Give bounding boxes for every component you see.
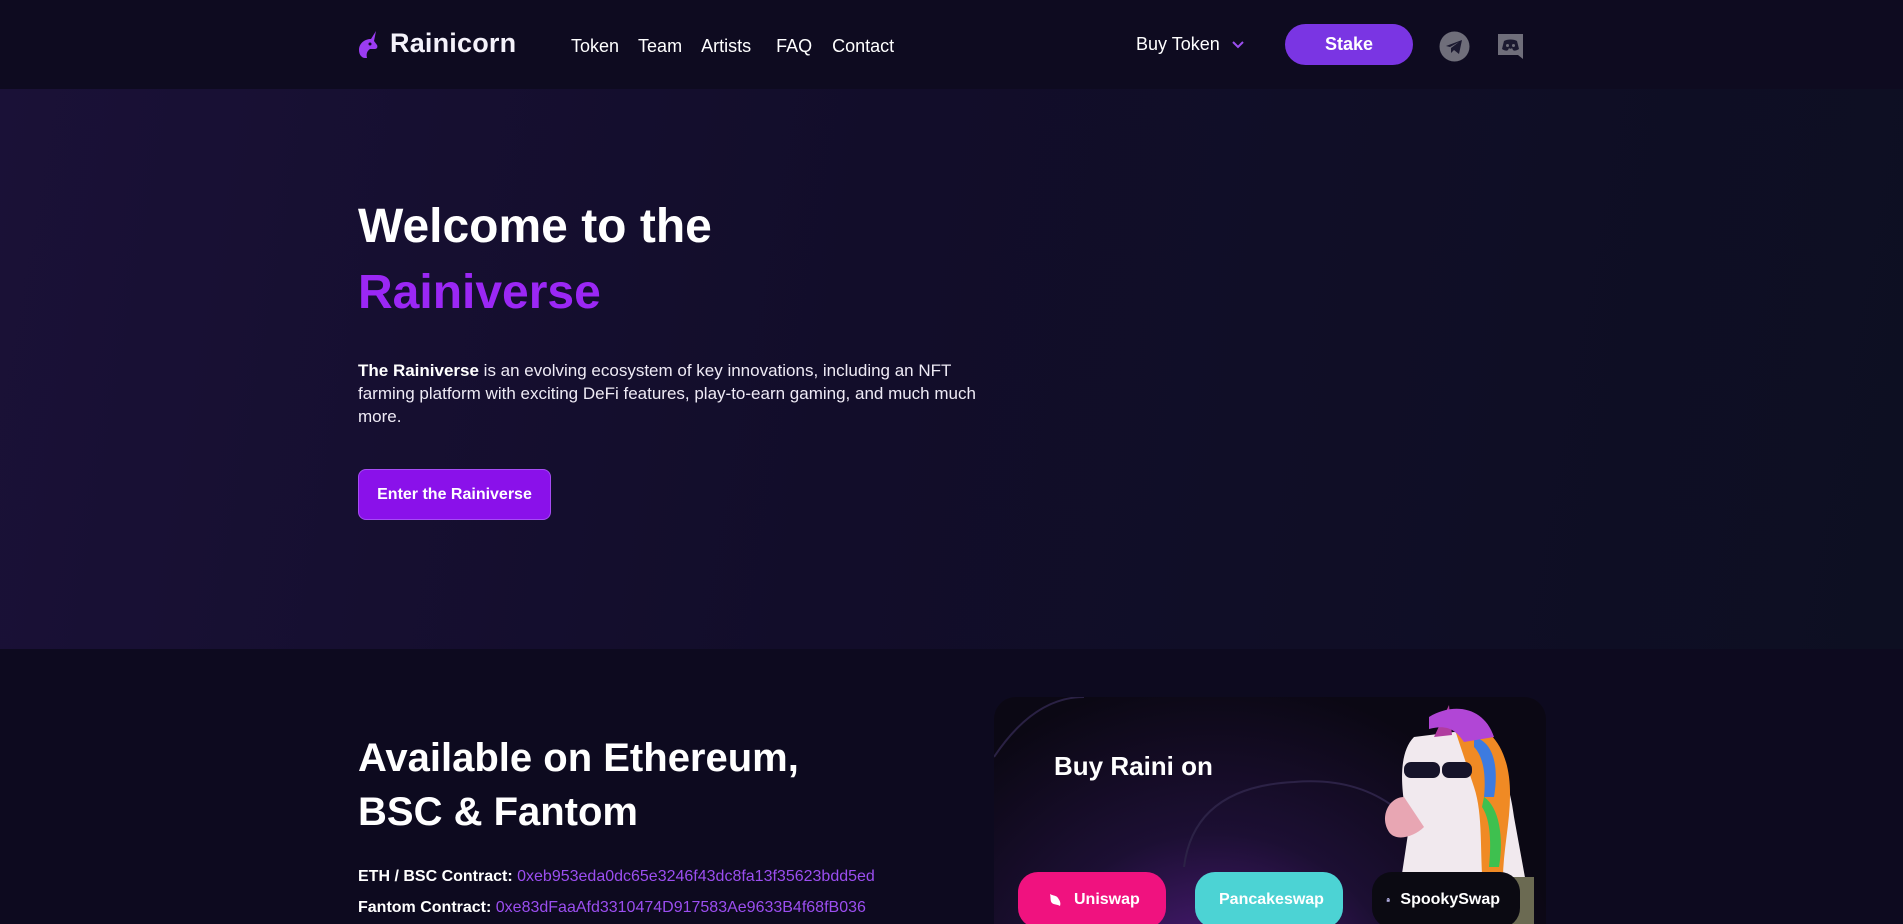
hero-description: The Rainiverse is an evolving ecosystem … (358, 359, 998, 428)
availability-title: Available on Ethereum, BSC & Fantom (358, 731, 799, 839)
uniswap-button[interactable]: Uniswap (1018, 872, 1166, 924)
hero-title: Welcome to the Rainiverse (358, 194, 712, 326)
uniswap-label: Uniswap (1074, 891, 1140, 908)
main-menu: Token Team Artists FAQ Contact (571, 36, 914, 57)
contract-label: ETH / BSC Contract: (358, 868, 513, 885)
pancakeswap-label: Pancakeswap (1219, 891, 1324, 908)
nav-link-team[interactable]: Team (638, 36, 682, 57)
nav-link-artists[interactable]: Artists (701, 36, 751, 57)
contract-address-link[interactable]: 0xeb953eda0dc65e3246f43dc8fa13f35623bdd5… (517, 868, 875, 885)
nav-link-token[interactable]: Token (571, 36, 619, 57)
top-nav: Rainicorn Token Team Artists FAQ Contact… (0, 0, 1903, 89)
pancakeswap-button[interactable]: Pancakeswap (1195, 872, 1343, 924)
enter-rainiverse-button[interactable]: Enter the Rainiverse (358, 469, 551, 520)
buy-token-dropdown[interactable]: Buy Token (1136, 34, 1244, 55)
contract-address-link[interactable]: 0xe83dFaaAfd3310474D917583Ae9633B4f68fB0… (496, 899, 866, 916)
unicorn-logo-icon (359, 30, 378, 58)
buy-token-label: Buy Token (1136, 34, 1220, 54)
hero-title-line2: Rainiverse (358, 266, 601, 319)
discord-icon[interactable] (1495, 31, 1526, 62)
stake-button[interactable]: Stake (1285, 24, 1413, 65)
spookyswap-button[interactable]: SpookySwap (1372, 872, 1520, 924)
buy-card-title: Buy Raini on (1054, 751, 1213, 781)
eth-bsc-contract: ETH / BSC Contract: 0xeb953eda0dc65e3246… (358, 868, 875, 886)
availability-section: Available on Ethereum, BSC & Fantom ETH … (0, 649, 1903, 924)
contract-label: Fantom Contract: (358, 899, 492, 916)
nav-link-contact[interactable]: Contact (832, 36, 894, 57)
hero-title-line1: Welcome to the (358, 200, 712, 253)
nav-link-faq[interactable]: FAQ (776, 36, 812, 57)
availability-title-line1: Available on Ethereum, (358, 736, 799, 780)
hero-description-bold: The Rainiverse (358, 361, 479, 380)
availability-title-line2: BSC & Fantom (358, 790, 638, 834)
brand-logo[interactable]: Rainicorn (356, 28, 516, 59)
spookyswap-label: SpookySwap (1400, 891, 1500, 908)
uniswap-icon (1050, 894, 1061, 906)
telegram-icon[interactable] (1439, 31, 1470, 62)
buy-raini-card: Buy Raini on Uniswap Pancakeswap SpookyS… (994, 697, 1546, 924)
chevron-down-icon (1232, 40, 1244, 48)
spookyswap-ghost-icon (1386, 898, 1390, 902)
brand-name: Rainicorn (390, 28, 517, 58)
fantom-contract: Fantom Contract: 0xe83dFaaAfd3310474D917… (358, 899, 866, 917)
hero-section: Welcome to the Rainiverse The Rainiverse… (0, 89, 1903, 649)
